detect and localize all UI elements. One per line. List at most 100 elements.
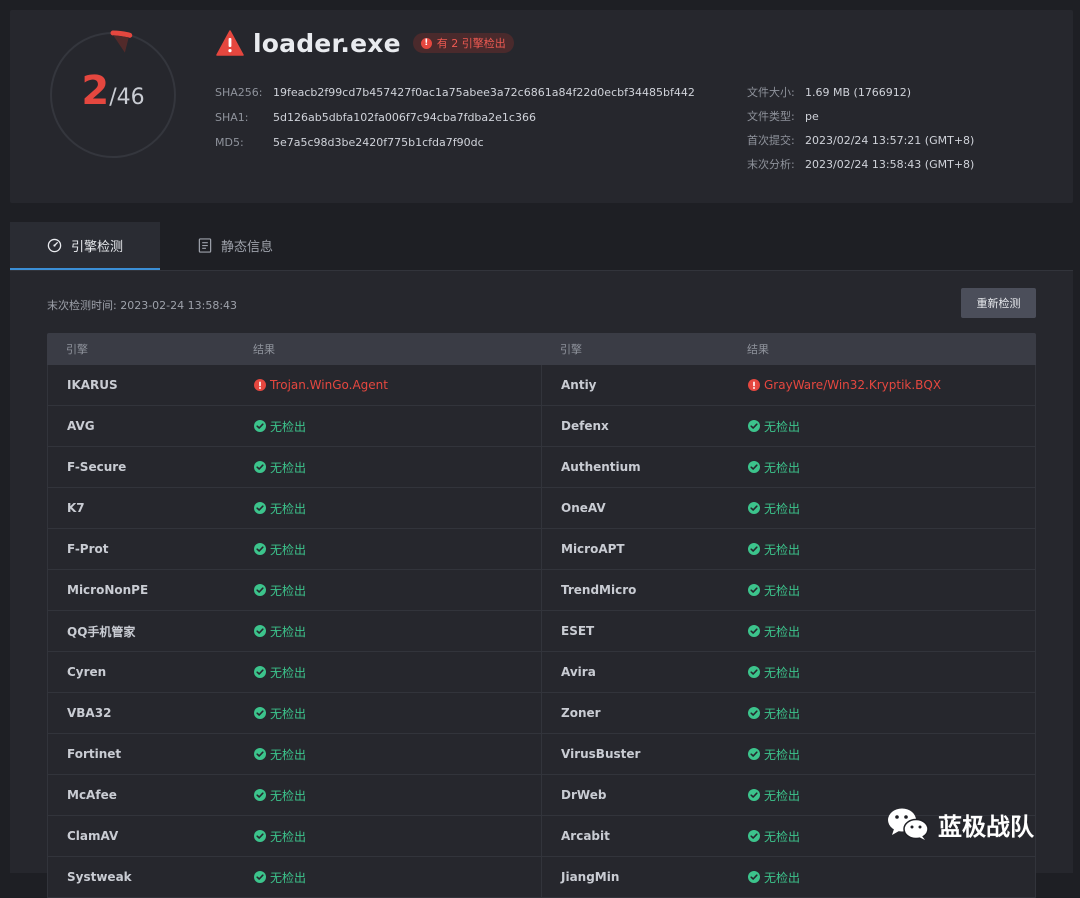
engine-result: 无检出 (254, 775, 306, 815)
column-divider (541, 611, 542, 651)
engine-name: McAfee (67, 788, 117, 802)
engine-result: 无检出 (254, 652, 306, 692)
document-icon (198, 237, 212, 253)
info-row-size: 文件大小: 1.69 MB (1766912) (747, 80, 974, 104)
engine-name: F-Secure (67, 460, 127, 474)
hash-value[interactable]: 5d126ab5dbfa102fa006f7c94cba7fdba2e1c366 (273, 111, 536, 124)
result-text: 无检出 (270, 542, 307, 557)
engine-name: MicroNonPE (67, 583, 149, 597)
engine-name: K7 (67, 501, 85, 515)
rescan-button[interactable]: 重新检测 (961, 288, 1036, 318)
result-text: 无检出 (270, 624, 307, 639)
engine-name: MicroAPT (561, 542, 625, 556)
engine-result: 无检出 (254, 611, 306, 651)
engine-name: IKARUS (67, 378, 118, 392)
column-divider (541, 365, 542, 405)
result-text: 无检出 (764, 870, 801, 885)
engine-name: Systweak (67, 870, 132, 884)
result-text: 无检出 (270, 747, 307, 762)
result-text: 无检出 (270, 829, 307, 844)
alert-dot-icon: ! (420, 37, 432, 49)
table-row: F-Prot 无检出 MicroAPT 无检出 (47, 529, 1036, 570)
engine-name: QQ手机管家 (67, 624, 136, 639)
info-row-last-analysis: 末次分析: 2023/02/24 13:58:43 (GMT+8) (747, 152, 974, 176)
check-circle-icon (254, 543, 266, 555)
header-result: 结果 (253, 343, 275, 356)
tab-static-info[interactable]: 静态信息 (198, 222, 273, 268)
column-divider (541, 406, 542, 446)
column-divider (541, 529, 542, 569)
table-row: F-Secure 无检出 Authentium 无检出 (47, 447, 1036, 488)
info-label: 首次提交: (747, 134, 795, 147)
engine-name: Arcabit (561, 829, 610, 843)
result-text: 无检出 (270, 788, 307, 803)
table-row: Fortinet 无检出 VirusBuster 无检出 (47, 734, 1036, 775)
engine-name: JiangMin (561, 870, 620, 884)
column-divider (541, 816, 542, 856)
wechat-icon (888, 808, 929, 840)
hash-label: MD5: (215, 136, 244, 149)
column-divider (541, 447, 542, 487)
hash-label: SHA256: (215, 86, 263, 99)
hash-row-sha256: SHA256: 19feacb2f99cd7b457427f0ac1a75abe… (215, 80, 695, 105)
check-circle-icon (748, 584, 760, 596)
engine-result: 无检出 (254, 570, 306, 610)
table-row: AVG 无检出 Defenx 无检出 (47, 406, 1036, 447)
result-text: 无检出 (764, 419, 801, 434)
engine-detection-panel: 末次检测时间: 2023-02-24 13:58:43 重新检测 引擎 结果 引… (10, 271, 1073, 898)
engine-result: 无检出 (254, 693, 306, 733)
engine-result: 无检出 (748, 570, 800, 610)
result-text: 无检出 (270, 706, 307, 721)
info-label: 文件类型: (747, 110, 795, 123)
column-divider (541, 693, 542, 733)
hash-value[interactable]: 19feacb2f99cd7b457427f0ac1a75abee3a72c68… (273, 86, 695, 99)
check-circle-icon (748, 461, 760, 473)
result-text: 无检出 (764, 665, 801, 680)
engine-name: F-Prot (67, 542, 109, 556)
engine-result: 无检出 (254, 406, 306, 446)
engine-result: 无检出 (254, 857, 306, 897)
file-name: loader.exe (253, 28, 401, 58)
table-row: VBA32 无检出 Zoner 无检出 (47, 693, 1036, 734)
engine-name: Antiy (561, 378, 597, 392)
column-divider (541, 488, 542, 528)
check-circle-icon (254, 748, 266, 760)
info-value: pe (805, 109, 819, 123)
engine-name: Fortinet (67, 747, 122, 761)
check-circle-icon (748, 748, 760, 760)
watermark: 蓝极战队 (886, 805, 1034, 843)
column-divider (541, 652, 542, 692)
engine-result: 无检出 (748, 734, 800, 774)
tab-label: 静态信息 (221, 239, 274, 255)
check-circle-icon (254, 789, 266, 801)
check-circle-icon (254, 584, 266, 596)
header-engine: 引擎 (66, 343, 88, 356)
table-row: IKARUS Trojan.WinGo.Agent Antiy GrayWare/Wi… (47, 365, 1036, 406)
engine-name: VBA32 (67, 706, 112, 720)
hash-value[interactable]: 5e7a5c98d3be2420f775b1cfda7f90dc (273, 136, 484, 149)
result-text: 无检出 (270, 583, 307, 598)
result-text: 无检出 (764, 460, 801, 475)
check-circle-icon (748, 625, 760, 637)
engine-result: 无检出 (748, 652, 800, 692)
engine-result: 无检出 (254, 529, 306, 569)
table-row: K7 无检出 OneAV 无检出 (47, 488, 1036, 529)
tab-engine-detection[interactable]: 引擎检测 (10, 222, 160, 270)
result-text: 无检出 (270, 460, 307, 475)
engine-result: 无检出 (254, 447, 306, 487)
table-row: MicroNonPE 无检出 TrendMicro 无检出 (47, 570, 1036, 611)
check-circle-icon (748, 543, 760, 555)
check-circle-icon (748, 789, 760, 801)
engine-name: Avira (561, 665, 596, 679)
info-value: 2023/02/24 13:58:43 (GMT+8) (805, 157, 975, 171)
result-text: 无检出 (270, 501, 307, 516)
result-text: 无检出 (764, 583, 801, 598)
engine-result: 无检出 (748, 857, 800, 897)
engine-result: Trojan.WinGo.Agent (254, 365, 388, 405)
result-text: 无检出 (764, 624, 801, 639)
engine-name: Cyren (67, 665, 107, 679)
check-circle-icon (748, 666, 760, 678)
engine-result: 无检出 (254, 488, 306, 528)
tab-label: 引擎检测 (70, 239, 123, 255)
hash-label: SHA1: (215, 111, 249, 124)
